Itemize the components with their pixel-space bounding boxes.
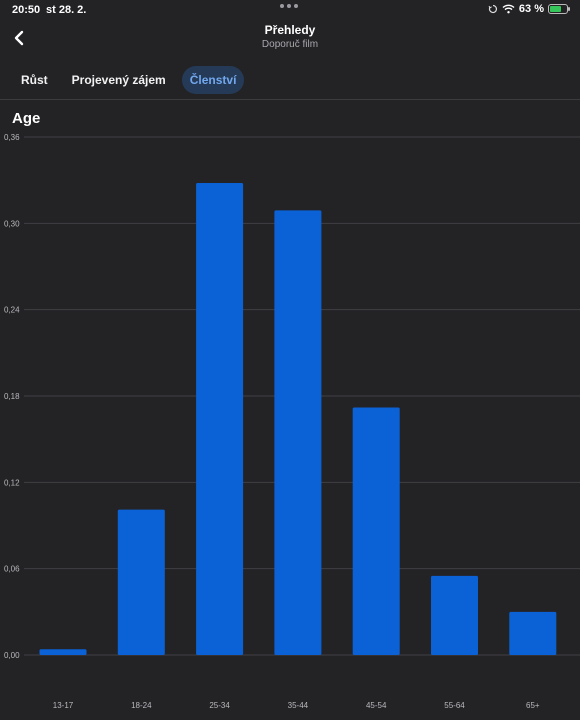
wifi-icon [502, 4, 515, 14]
x-category-label: 35-44 [288, 701, 309, 710]
page-title: Přehledy [264, 23, 316, 37]
y-tick-label: 0,36 [4, 133, 20, 142]
bar-25-34[interactable] [196, 183, 244, 656]
bar-13-17[interactable] [39, 649, 87, 655]
navigation-bar: Přehledy Doporuč film [0, 20, 580, 60]
bar-35-44[interactable] [274, 210, 322, 655]
x-category-label: 13-17 [53, 701, 74, 710]
x-category-label: 18-24 [131, 701, 152, 710]
screen-lock-icon [488, 4, 497, 14]
tab-projeveny-zajem[interactable]: Projevený zájem [64, 66, 174, 94]
x-category-label: 25-34 [209, 701, 230, 710]
bar-55-64[interactable] [431, 575, 478, 655]
bar-45-54[interactable] [352, 407, 400, 655]
status-date: st 28. 2. [46, 4, 87, 16]
tab-clenstvi[interactable]: Členství [181, 66, 245, 94]
bar-65+[interactable] [509, 611, 557, 655]
x-category-label: 45-54 [366, 701, 387, 710]
multitasking-dots-icon[interactable] [280, 4, 298, 8]
status-time: 20:50 [12, 4, 41, 16]
tab-rust[interactable]: Růst [13, 66, 56, 94]
status-right: 63 % [488, 3, 570, 15]
page-subtitle: Doporuč film [261, 39, 319, 50]
battery-icon [548, 4, 570, 14]
tab-bar: Růst Projevený zájem Členství [0, 64, 245, 96]
y-tick-label: 0,24 [4, 306, 20, 315]
age-bar-chart: 0,00 0,06 0,12 0,18 0,24 0,30 0,36 13-17 18-24 25… [4, 133, 580, 710]
divider [0, 99, 580, 100]
y-tick-label: 0,30 [4, 219, 20, 228]
bar-18-24[interactable] [117, 509, 165, 655]
y-tick-label: 0,12 [4, 478, 20, 487]
y-tick-label: 0,00 [4, 651, 20, 660]
y-tick-label: 0,18 [4, 392, 20, 401]
x-category-label: 65+ [526, 701, 540, 710]
status-bar: 20:50 st 28. 2. 63 % [0, 0, 580, 20]
y-tick-label: 0,06 [4, 565, 20, 574]
x-category-label: 55-64 [444, 701, 465, 710]
battery-percent: 63 % [518, 3, 544, 15]
